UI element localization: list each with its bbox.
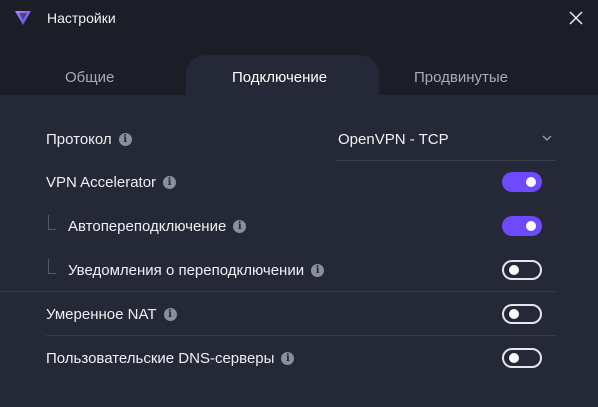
protocol-label-group: Протокол i <box>46 131 132 148</box>
window-title: Настройки <box>47 10 116 26</box>
app-logo-icon <box>15 11 31 25</box>
toggle-knob <box>509 265 519 275</box>
auto-reconnect-label-group: Автопереподключение i <box>68 218 247 235</box>
vpn-accelerator-label: VPN Accelerator <box>46 174 157 191</box>
toggle-knob <box>509 309 519 319</box>
custom-dns-toggle[interactable] <box>502 348 542 368</box>
tab-bar: Общие Подключение Продвинутые <box>0 36 598 95</box>
tab-advanced[interactable]: Продвинутые <box>414 69 508 86</box>
info-icon[interactable]: i <box>163 176 177 189</box>
close-icon <box>569 11 583 25</box>
tree-branch-line <box>48 215 56 230</box>
info-icon[interactable]: i <box>163 308 177 321</box>
info-icon[interactable]: i <box>233 220 247 233</box>
reconnect-notifications-label-group: Уведомления о переподключении i <box>68 262 325 279</box>
protocol-dropdown[interactable]: OpenVPN - TCP <box>336 118 556 161</box>
auto-reconnect-toggle[interactable] <box>502 216 542 236</box>
protocol-value: OpenVPN - TCP <box>338 131 449 148</box>
toggle-knob <box>509 353 519 363</box>
custom-dns-label: Пользовательские DNS-серверы <box>46 350 275 367</box>
title-bar: Настройки <box>0 0 598 36</box>
tab-general[interactable]: Общие <box>65 69 114 86</box>
info-icon[interactable]: i <box>311 264 325 277</box>
custom-dns-label-group: Пользовательские DNS-серверы i <box>46 350 295 367</box>
toggle-knob <box>526 177 536 187</box>
toggle-knob <box>526 221 536 231</box>
moderate-nat-label: Умеренное NAT <box>46 306 157 323</box>
moderate-nat-label-group: Умеренное NAT i <box>46 306 177 323</box>
reconnect-notifications-label: Уведомления о переподключении <box>68 262 305 279</box>
auto-reconnect-label: Автопереподключение <box>68 218 227 235</box>
setting-moderate-nat: Умеренное NAT i <box>46 293 556 336</box>
setting-vpn-accelerator: VPN Accelerator i <box>46 161 556 204</box>
reconnect-notifications-toggle[interactable] <box>502 260 542 280</box>
divider <box>0 291 556 292</box>
setting-auto-reconnect: Автопереподключение i <box>46 205 556 248</box>
moderate-nat-toggle[interactable] <box>502 304 542 324</box>
info-icon[interactable]: i <box>281 352 295 365</box>
vpn-accelerator-label-group: VPN Accelerator i <box>46 174 177 191</box>
setting-custom-dns: Пользовательские DNS-серверы i <box>46 337 556 380</box>
protocol-label: Протокол <box>46 131 112 148</box>
vpn-accelerator-toggle[interactable] <box>502 172 542 192</box>
tree-branch-line <box>48 259 56 274</box>
chevron-down-icon <box>542 135 552 141</box>
close-button[interactable] <box>562 4 590 32</box>
tab-connection[interactable]: Подключение <box>232 69 327 86</box>
setting-protocol: Протокол i OpenVPN - TCP <box>46 118 556 161</box>
setting-reconnect-notifications: Уведомления о переподключении i <box>0 249 556 292</box>
info-icon[interactable]: i <box>118 133 132 146</box>
divider <box>46 335 556 336</box>
